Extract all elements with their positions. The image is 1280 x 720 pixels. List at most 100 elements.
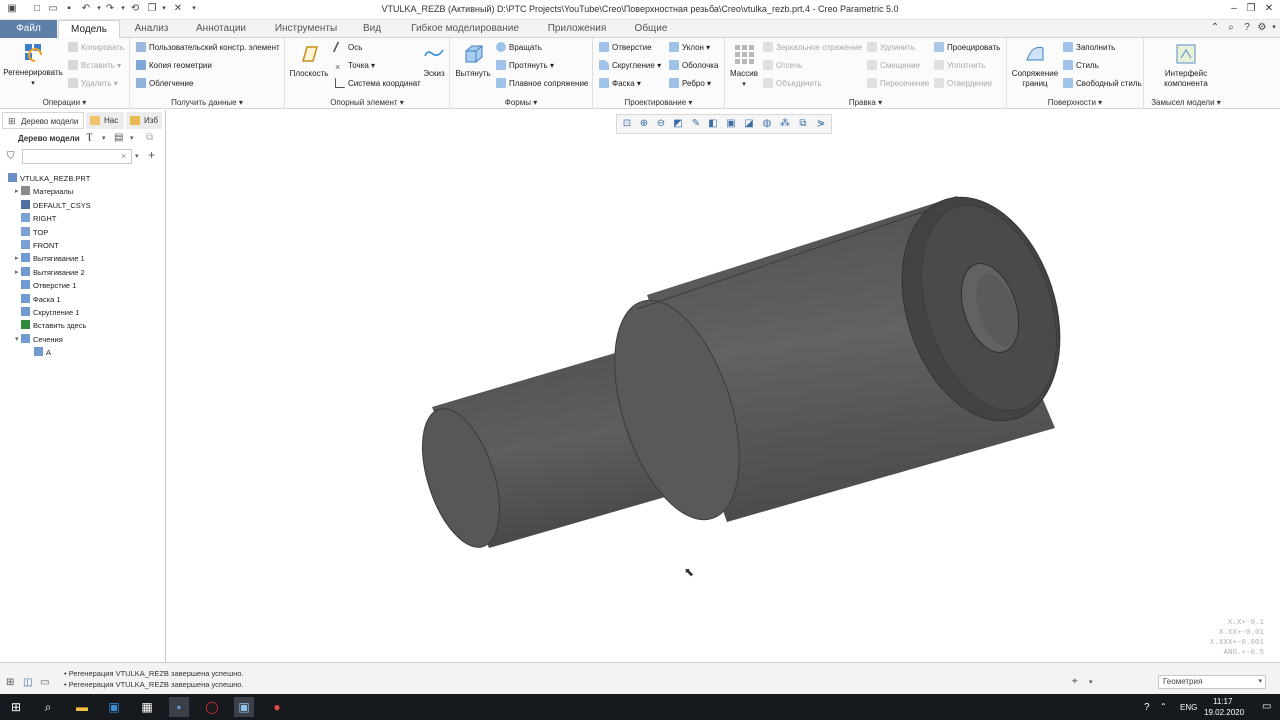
search-icon[interactable]: ⌕ (1225, 22, 1237, 34)
expanded-arrow-icon[interactable]: ▾ (15, 333, 19, 346)
datum-display-icon[interactable]: ◍ (761, 118, 773, 130)
shell-button[interactable]: Оболочка (669, 60, 718, 72)
tab-view[interactable]: Вид (352, 20, 392, 38)
minimize-icon[interactable]: – (1225, 2, 1243, 16)
tree-item[interactable]: ▸ Материалы (15, 185, 73, 198)
group-label-get-data[interactable]: Получить данные ▾ (130, 98, 284, 107)
freestyle-button[interactable]: Свободный стиль (1063, 78, 1142, 90)
tab-model[interactable]: Модель (58, 20, 120, 39)
tree-item[interactable]: Отверстие 1 (21, 279, 76, 292)
thicken-button[interactable]: Уплотнить (934, 60, 985, 72)
tree-search-input[interactable] (22, 149, 132, 164)
maximize-icon[interactable]: ❐ (1242, 2, 1260, 16)
tree-item[interactable]: FRONT (21, 239, 59, 252)
tree-columns-icon[interactable]: ⧉ (146, 132, 153, 143)
add-icon[interactable]: + (148, 148, 155, 162)
tab-favorites[interactable]: Изб (126, 112, 162, 129)
point-button[interactable]: × Точка ▾ (335, 60, 375, 72)
full-screen-icon[interactable]: ▭ (40, 677, 49, 688)
toggle-browser-icon[interactable]: ◫ (23, 677, 32, 688)
show-settings-dropdown-icon[interactable]: ▾ (130, 134, 134, 142)
remote-desktop-icon[interactable]: ▣ (104, 697, 124, 717)
collapse-ribbon-icon[interactable]: ⌃ (1209, 22, 1221, 34)
tree-filters-icon[interactable]: Ⲧ (86, 132, 93, 145)
notifications-icon[interactable]: ▭ (1262, 701, 1271, 712)
clock-date[interactable]: 19.02.2020 (1204, 708, 1244, 717)
collapsed-arrow-icon[interactable]: ▸ (15, 266, 19, 279)
tab-applications[interactable]: Приложения (536, 20, 618, 38)
hole-button[interactable]: Отверстие (599, 42, 652, 54)
group-label-editing[interactable]: Правка ▾ (725, 98, 1006, 107)
solidify-button[interactable]: Отвердение (934, 78, 992, 90)
tree-item[interactable]: ▾ Сечения (15, 333, 63, 346)
sketch-button[interactable]: Эскиз (419, 42, 449, 79)
tree-item[interactable]: DEFAULT_CSYS (21, 199, 91, 212)
copy-button[interactable]: Копировать (68, 42, 124, 54)
merge-button[interactable]: Объединить (763, 78, 822, 90)
selection-filter-select[interactable]: Геометрия ▾ (1158, 675, 1266, 689)
help-tray-icon[interactable]: ? (1144, 702, 1150, 713)
group-label-datum[interactable]: Опорный элемент ▾ (285, 98, 449, 107)
chamfer-button[interactable]: Фаска ▾ (599, 78, 641, 90)
search-icon[interactable]: ⌕ (38, 697, 58, 717)
creo-taskbar-icon[interactable]: ▣ (234, 697, 254, 717)
tab-common[interactable]: Общие (622, 20, 680, 38)
csys-button[interactable]: Система координат (335, 78, 421, 90)
intersect-button[interactable]: Пересечение (867, 78, 929, 90)
settings-gear-icon[interactable]: ⚙ (1256, 22, 1268, 34)
shrinkwrap-button[interactable]: Облегчение (136, 78, 193, 90)
opera-icon[interactable]: ◯ (202, 697, 222, 717)
tree-item[interactable]: Фаска 1 (21, 293, 61, 306)
tree-item[interactable]: RIGHT (21, 212, 56, 225)
tree-item[interactable]: TOP (21, 226, 48, 239)
graphics-area[interactable]: ⬉ (167, 110, 1280, 662)
sweep-button[interactable]: Протянуть ▾ (496, 60, 554, 72)
blend-button[interactable]: Плавное сопряжение (496, 78, 588, 90)
filter-icon[interactable]: ⛉ (7, 151, 15, 162)
revolve-button[interactable]: Вращать (496, 42, 542, 54)
tree-item[interactable]: Скругление 1 (21, 306, 79, 319)
file-explorer-icon[interactable]: ▬ (72, 697, 92, 717)
tab-annotations[interactable]: Аннотации (184, 20, 258, 38)
component-interface-button[interactable]: Интерфейс компонента (1148, 42, 1224, 89)
trim-button[interactable]: Отсечь (763, 60, 802, 72)
style-button[interactable]: Стиль (1063, 60, 1099, 72)
spin-center-icon[interactable]: ⧉ (797, 118, 809, 130)
tree-item[interactable]: Вставить здесь (21, 319, 86, 332)
tree-item[interactable]: VTULKA_REZB.PRT (8, 172, 90, 185)
pattern-button[interactable]: Массив ▾ (727, 42, 761, 90)
tree-filters-dropdown-icon[interactable]: ▾ (102, 134, 106, 142)
tab-file[interactable]: Файл (0, 20, 57, 38)
axis-button[interactable]: Ось (332, 42, 362, 54)
group-label-shapes[interactable]: Формы ▾ (450, 98, 592, 107)
tab-tools[interactable]: Инструменты (262, 20, 350, 38)
collapsed-arrow-icon[interactable]: ▸ (15, 185, 19, 198)
offset-button[interactable]: Смещение (867, 60, 920, 72)
clear-search-icon[interactable]: × (121, 151, 126, 161)
boundary-blend-button[interactable]: Сопряжение границ (1009, 42, 1061, 89)
save-app-icon[interactable]: ▪ (169, 697, 189, 717)
perspective-icon[interactable]: ✎ (690, 118, 702, 130)
windows-start-icon[interactable]: ⊞ (6, 697, 26, 717)
refit-icon[interactable]: ⊡ (621, 118, 633, 130)
toggle-navigator-icon[interactable]: ⊞ (6, 677, 14, 688)
calculator-icon[interactable]: ▦ (137, 697, 157, 717)
tab-flexible-modeling[interactable]: Гибкое моделирование (398, 20, 532, 38)
plane-button[interactable]: Плоскость (287, 42, 331, 79)
clock-time[interactable]: 11:17 (1213, 697, 1232, 706)
find-icon[interactable]: ⌖ (1072, 676, 1078, 687)
group-label-operations[interactable]: Операции ▾ (0, 98, 129, 107)
zoom-out-icon[interactable]: ⊖ (655, 118, 667, 130)
view-manager-icon[interactable]: ◪ (743, 118, 755, 130)
udf-button[interactable]: Пользовательский констр. элемент (136, 42, 280, 54)
tab-analysis[interactable]: Анализ (124, 20, 179, 38)
record-app-icon[interactable]: ● (267, 697, 287, 717)
annotation-display-icon[interactable]: ⁂ (779, 118, 791, 130)
find-dropdown-icon[interactable]: ▾ (1089, 678, 1093, 686)
language-indicator[interactable]: ENG (1180, 703, 1197, 712)
part-model-3d[interactable] (167, 110, 1280, 662)
display-style-icon[interactable]: ◧ (707, 118, 719, 130)
fill-button[interactable]: Заполнить (1063, 42, 1115, 54)
draft-button[interactable]: Уклон ▾ (669, 42, 710, 54)
group-label-design-intent[interactable]: Замысел модели ▾ (1144, 98, 1228, 107)
